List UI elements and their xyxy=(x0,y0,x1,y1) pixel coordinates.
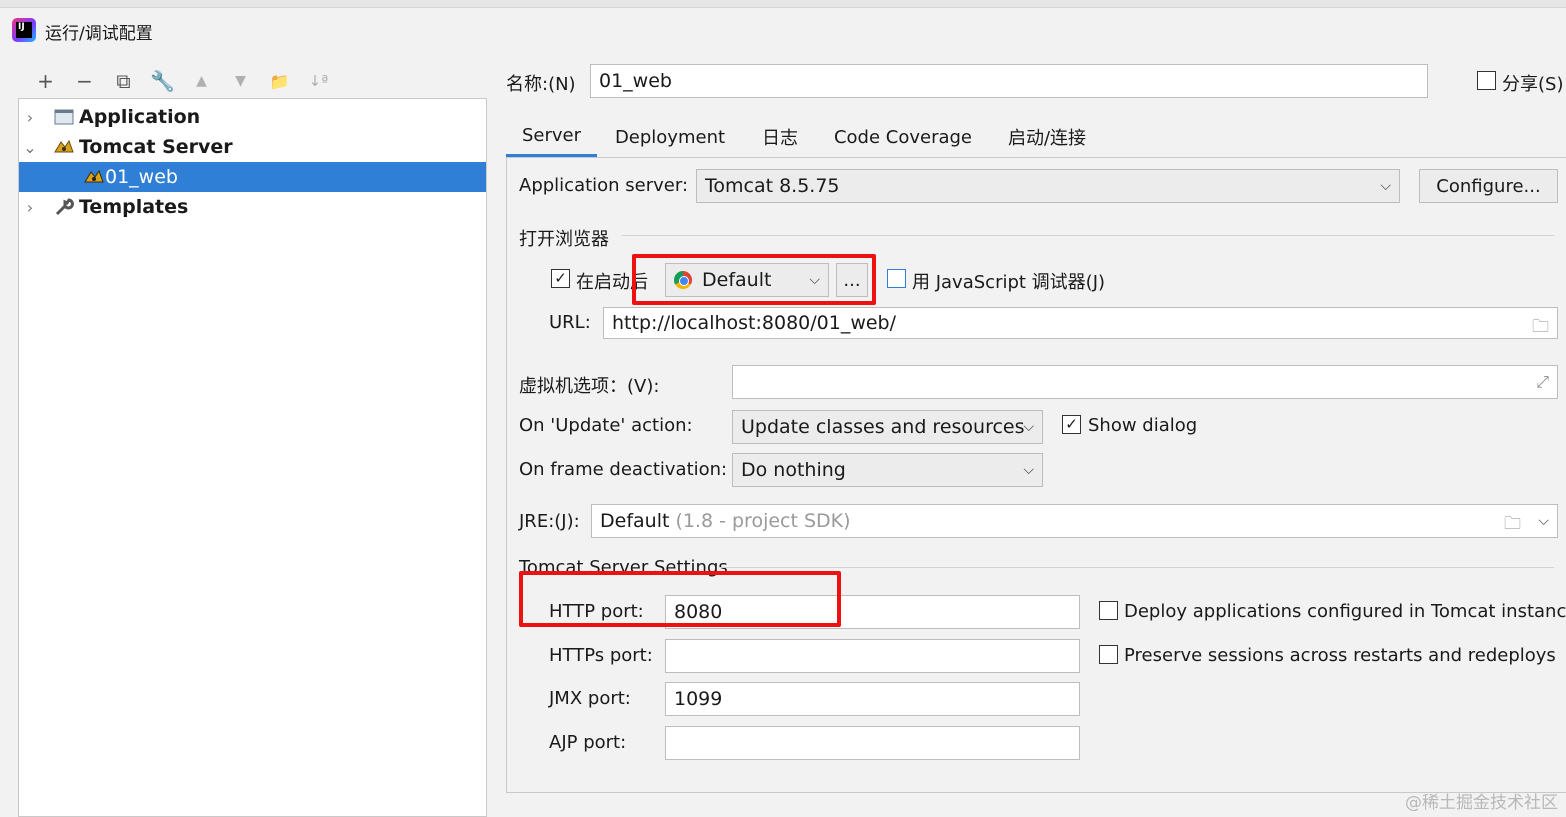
https-port-label: HTTPs port: xyxy=(549,645,653,666)
preserve-sessions-checkbox[interactable] xyxy=(1099,645,1118,664)
move-up-icon[interactable]: ▲ xyxy=(182,66,221,96)
after-launch-checkbox[interactable]: ✓ xyxy=(551,269,570,288)
update-action-label: On 'Update' action: xyxy=(519,415,693,436)
tree-item-label: Templates xyxy=(79,196,189,218)
tree-item-application[interactable]: › Application xyxy=(19,102,486,132)
folder-icon[interactable]: 🗀 xyxy=(1532,314,1549,343)
share-checkbox[interactable] xyxy=(1477,71,1496,90)
remove-icon[interactable]: − xyxy=(65,66,104,96)
copy-icon[interactable]: ⧉ xyxy=(104,66,143,96)
jre-input[interactable]: Default (1.8 - project SDK) 🗀 ⌵ xyxy=(591,504,1558,538)
tomcat-icon xyxy=(53,137,75,157)
browser-section-title: 打开浏览器 xyxy=(519,229,609,250)
jmx-port-label: JMX port: xyxy=(549,688,631,709)
config-toolbar: + − ⧉ 🔧 ▲ ▼ 📁 ↓ª xyxy=(26,66,338,96)
application-icon xyxy=(53,107,75,127)
window-top-border xyxy=(0,0,1566,8)
ajp-port-input[interactable] xyxy=(665,726,1080,760)
section-divider xyxy=(719,567,1554,568)
tree-item-01-web[interactable]: 01_web xyxy=(19,162,486,192)
wrench-icon xyxy=(53,197,75,217)
update-action-value: Update classes and resources xyxy=(741,416,1025,438)
share-label: 分享(S) xyxy=(1502,74,1564,95)
tab-logs[interactable]: 日志 xyxy=(750,116,810,158)
chevron-down-icon[interactable]: ⌵ xyxy=(1538,513,1549,529)
js-debugger-label: 用 JavaScript 调试器(J) xyxy=(912,272,1106,293)
preserve-sessions-label: Preserve sessions across restarts and re… xyxy=(1124,645,1556,666)
deploy-apps-label: Deploy applications configured in Tomcat… xyxy=(1124,601,1566,622)
chevron-right-icon[interactable]: › xyxy=(19,198,41,217)
chevron-down-icon[interactable]: ⌄ xyxy=(19,138,41,157)
tree-item-label: Application xyxy=(79,106,201,128)
tab-deployment[interactable]: Deployment xyxy=(604,116,736,158)
frame-deactivation-value: Do nothing xyxy=(741,459,846,481)
move-down-icon[interactable]: ▼ xyxy=(221,66,260,96)
watermark: @稀土掘金技术社区 xyxy=(1405,793,1558,813)
tree-item-label: 01_web xyxy=(105,166,178,188)
chevron-right-icon[interactable]: › xyxy=(19,108,41,127)
tree-item-templates[interactable]: › Templates xyxy=(19,192,486,222)
https-port-input[interactable] xyxy=(665,639,1080,673)
jmx-port-input[interactable]: 1099 xyxy=(665,682,1080,716)
config-tree: › Application ⌄ Tomcat Server 01_web › T… xyxy=(18,98,487,817)
highlight-box xyxy=(519,571,841,627)
tab-server[interactable]: Server xyxy=(506,116,597,158)
url-label: URL: xyxy=(549,312,591,333)
tree-item-label: Tomcat Server xyxy=(79,136,233,158)
highlight-box xyxy=(632,254,876,305)
frame-deactivation-select[interactable]: Do nothing ⌵ xyxy=(732,453,1043,487)
show-dialog-label: Show dialog xyxy=(1088,415,1198,436)
sort-icon[interactable]: ↓ª xyxy=(299,66,338,96)
app-server-label: Application server: xyxy=(519,175,689,196)
tomcat-icon xyxy=(83,167,105,187)
add-icon[interactable]: + xyxy=(26,66,65,96)
app-server-select[interactable]: Tomcat 8.5.75 ⌵ xyxy=(696,169,1400,203)
update-action-select[interactable]: Update classes and resources ⌵ xyxy=(732,410,1043,444)
intellij-logo-icon: IJ xyxy=(12,18,36,42)
url-input[interactable]: http://localhost:8080/01_web/ 🗀 xyxy=(603,307,1558,339)
configure-button[interactable]: Configure... xyxy=(1419,169,1558,203)
name-input[interactable]: 01_web xyxy=(590,64,1428,98)
app-server-value: Tomcat 8.5.75 xyxy=(705,175,840,197)
tab-code-coverage[interactable]: Code Coverage xyxy=(824,116,982,158)
section-divider xyxy=(622,235,1554,236)
chevron-down-icon: ⌵ xyxy=(1380,178,1391,194)
expand-icon[interactable]: ⤢ xyxy=(1536,372,1549,392)
folder-add-icon[interactable]: 📁 xyxy=(260,66,299,96)
show-dialog-checkbox[interactable]: ✓ xyxy=(1062,415,1081,434)
jre-hint: (1.8 - project SDK) xyxy=(675,510,851,532)
wrench-icon[interactable]: 🔧 xyxy=(143,66,182,96)
jre-label: JRE:(J): xyxy=(519,511,580,532)
frame-deactivation-label: On frame deactivation: xyxy=(519,459,728,480)
js-debugger-checkbox[interactable] xyxy=(887,269,906,288)
window-title: 运行/调试配置 xyxy=(45,24,153,44)
url-value: http://localhost:8080/01_web/ xyxy=(612,312,897,334)
vm-options-label: 虚拟机选项：(V): xyxy=(519,376,660,397)
deploy-apps-checkbox[interactable] xyxy=(1099,601,1118,620)
chevron-down-icon: ⌵ xyxy=(1023,419,1034,435)
vm-options-input[interactable]: ⤢ xyxy=(732,365,1558,399)
name-label: 名称:(N) xyxy=(506,74,576,95)
tree-item-tomcat-server[interactable]: ⌄ Tomcat Server xyxy=(19,132,486,162)
chevron-down-icon: ⌵ xyxy=(1023,462,1034,478)
folder-icon[interactable]: 🗀 xyxy=(1504,511,1521,540)
tab-startup-connection[interactable]: 启动/连接 xyxy=(994,116,1100,158)
ajp-port-label: AJP port: xyxy=(549,732,627,753)
jre-value: Default xyxy=(600,510,670,532)
